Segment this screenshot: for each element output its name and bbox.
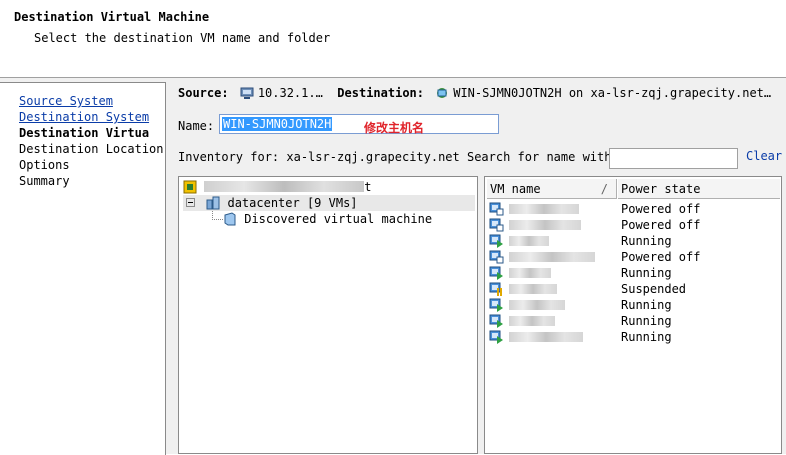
- folder-icon: [223, 212, 237, 226]
- table-row[interactable]: Powered off: [487, 249, 779, 265]
- table-row[interactable]: Running: [487, 313, 779, 329]
- wizard-body: Source System Destination System Destina…: [0, 78, 786, 455]
- redacted-vm-name: [509, 236, 549, 246]
- vm-power-state: Suspended: [621, 282, 687, 296]
- vm-running-icon: [489, 330, 504, 344]
- name-label: Name:: [178, 119, 215, 133]
- redacted-vm-name: [509, 204, 579, 214]
- column-vm-name[interactable]: VM name /: [487, 179, 617, 199]
- vm-name-input[interactable]: WIN-SJMN0JOTN2H: [219, 114, 499, 134]
- redacted-vm-name: [509, 332, 583, 342]
- search-name-input[interactable]: [609, 148, 738, 169]
- server-icon: [240, 86, 254, 99]
- table-row[interactable]: Suspended: [487, 281, 779, 297]
- redacted-root-name: [204, 181, 365, 192]
- wizard-steps-sidebar: Source System Destination System Destina…: [0, 82, 166, 455]
- vm-running-icon: [489, 266, 504, 280]
- redacted-vm-name: [509, 220, 581, 230]
- vm-power-state: Running: [621, 330, 672, 344]
- redacted-vm-name: [509, 300, 565, 310]
- source-value: 10.32.1.…: [257, 86, 323, 100]
- vm-off-icon: [489, 218, 504, 232]
- table-row[interactable]: Powered off: [487, 201, 779, 217]
- column-power-state-label: Power state: [621, 182, 701, 196]
- vm-off-icon: [489, 202, 504, 216]
- datacenter-icon: [206, 196, 220, 210]
- step-options: Options: [19, 158, 70, 172]
- page-title: Destination Virtual Machine: [14, 10, 210, 24]
- redacted-vm-name: [509, 252, 595, 262]
- host-icon: [435, 86, 449, 98]
- step-destination-virtual-machine: Destination Virtua: [19, 126, 150, 140]
- tree-item-root[interactable]: t: [183, 179, 371, 195]
- step-summary: Summary: [19, 174, 70, 188]
- redacted-vm-name: [509, 284, 557, 294]
- vm-running-icon: [489, 234, 504, 248]
- vm-running-icon: [489, 314, 504, 328]
- vm-power-state: Powered off: [621, 218, 701, 232]
- vm-power-state: Powered off: [621, 202, 701, 216]
- inventory-label: Inventory for: xa-lsr-zqj.grapecity.net …: [178, 150, 619, 164]
- step-destination-location: Destination Location: [19, 142, 164, 156]
- destination-value: WIN-SJMN0JOTN2H on xa-lsr-zqj.grapecity.…: [453, 86, 772, 100]
- redacted-vm-name: [509, 268, 551, 278]
- table-row[interactable]: Running: [487, 297, 779, 313]
- tree-item-discovered-vms[interactable]: Discovered virtual machine: [223, 211, 432, 227]
- rename-annotation: 修改主机名: [364, 121, 425, 135]
- column-power-state[interactable]: Power state: [618, 179, 780, 199]
- column-vm-name-label: VM name: [490, 182, 541, 196]
- source-destination-summary: Source: 10.32.1.… Destination: WIN-SJMN0…: [178, 84, 771, 102]
- table-row[interactable]: Running: [487, 233, 779, 249]
- tree-connector: [212, 211, 223, 220]
- table-row[interactable]: Running: [487, 265, 779, 281]
- table-row[interactable]: Running: [487, 329, 779, 345]
- vm-power-state: Running: [621, 298, 672, 312]
- redacted-vm-name: [509, 316, 555, 326]
- clear-link[interactable]: Clear: [746, 149, 782, 163]
- tree-item-datacenter[interactable]: datacenter [9 VMs]: [183, 195, 475, 211]
- vcenter-icon: [183, 180, 197, 194]
- collapse-icon[interactable]: [186, 198, 195, 207]
- step-destination-system[interactable]: Destination System: [19, 109, 149, 125]
- vm-power-state: Running: [621, 266, 672, 280]
- vm-running-icon: [489, 298, 504, 312]
- vm-list[interactable]: VM name / Power state Powered off Powered…: [484, 176, 782, 454]
- wizard-header: Destination Virtual Machine Select the d…: [0, 0, 786, 78]
- inventory-tree[interactable]: t datacenter [9 VMs] Discovered virtual …: [178, 176, 478, 454]
- vm-power-state: Powered off: [621, 250, 701, 264]
- sort-indicator-icon: /: [600, 182, 608, 196]
- table-row[interactable]: Powered off: [487, 217, 779, 233]
- vm-name-value: WIN-SJMN0JOTN2H: [222, 117, 333, 131]
- vm-suspended-icon: [489, 282, 504, 296]
- step-source-system[interactable]: Source System: [19, 93, 113, 109]
- vm-power-state: Running: [621, 314, 672, 328]
- vm-off-icon: [489, 250, 504, 264]
- source-label: Source:: [178, 86, 229, 100]
- destination-label: Destination:: [337, 86, 424, 100]
- page-subtitle: Select the destination VM name and folde…: [34, 31, 331, 45]
- folder-label: Discovered virtual machine: [244, 212, 433, 226]
- datacenter-label: datacenter [9 VMs]: [227, 196, 358, 210]
- vm-power-state: Running: [621, 234, 672, 248]
- tree-root-suffix: t: [364, 180, 372, 194]
